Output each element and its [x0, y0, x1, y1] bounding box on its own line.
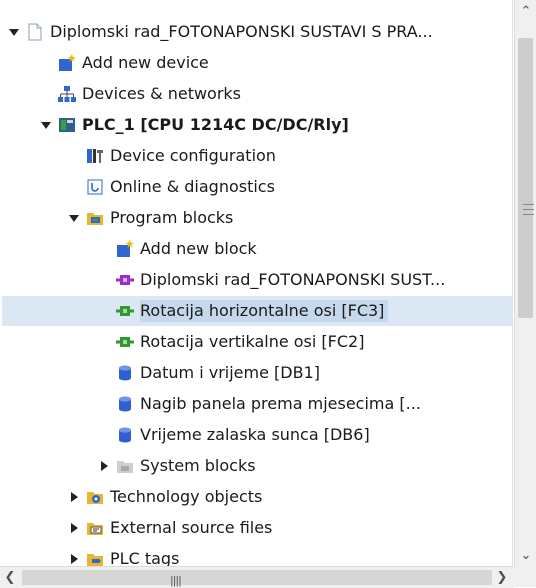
chevron-down-icon[interactable]: ⌄ [515, 544, 536, 566]
db-block-icon [116, 426, 134, 444]
tree-item-label: Add new device [82, 53, 209, 72]
tags-icon [86, 550, 104, 566]
plc-icon [58, 116, 76, 134]
caret-right-icon[interactable] [68, 491, 80, 503]
horizontal-scroll-thumb[interactable]: |||| [22, 570, 492, 587]
tree-item-label: Diplomski rad_FOTONAPONSKI SUSTAVI S PRA… [50, 22, 433, 41]
tree-item[interactable]: Diplomski rad_FOTONAPONSKI SUST... [2, 265, 512, 295]
technology-icon [86, 488, 104, 506]
vertical-scroll-thumb[interactable] [518, 38, 534, 318]
chevron-left-icon[interactable]: ❮ [0, 567, 20, 588]
tree-item-label: External source files [110, 518, 273, 537]
tree-item-label: Datum i vrijeme [DB1] [140, 363, 320, 382]
tree-item-label: System blocks [140, 456, 256, 475]
tree-item-label: Online & diagnostics [110, 177, 275, 196]
add-block-icon [116, 240, 134, 258]
tree-item[interactable]: PLC_1 [CPU 1214C DC/DC/Rly] [2, 110, 512, 140]
tree-item-label: Technology objects [110, 487, 263, 506]
chevron-right-icon[interactable]: ❯ [492, 567, 512, 588]
caret-down-icon[interactable] [8, 26, 20, 38]
grip-icon: |||| [170, 574, 182, 587]
tree-item-label: Device configuration [110, 146, 276, 165]
tree-item-label: Add new block [140, 239, 257, 258]
scrollbar-corner [514, 566, 536, 587]
caret-spacer [40, 88, 52, 100]
caret-spacer [98, 243, 110, 255]
tree-item-label: Nagib panela prema mjesecima [... [140, 394, 421, 413]
db-block-icon [116, 364, 134, 382]
tree-item[interactable]: Nagib panela prema mjesecima [... [2, 389, 512, 419]
tree-item[interactable]: Program blocks [2, 203, 512, 233]
add-device-icon [58, 54, 76, 72]
caret-spacer [98, 274, 110, 286]
device-config-icon [86, 147, 104, 165]
tree-item-label: PLC_1 [CPU 1214C DC/DC/Rly] [82, 115, 349, 134]
network-icon [58, 85, 76, 103]
tree-item-label: Rotacija vertikalne osi [FC2] [140, 332, 365, 351]
caret-down-icon[interactable] [68, 212, 80, 224]
tree-item[interactable]: Device configuration [2, 141, 512, 171]
tree-item-label: Diplomski rad_FOTONAPONSKI SUST... [140, 270, 446, 289]
caret-spacer [98, 336, 110, 348]
tree-item[interactable]: External source files [2, 513, 512, 543]
tree-item[interactable]: Online & diagnostics [2, 172, 512, 202]
tree-item[interactable]: Rotacija vertikalne osi [FC2] [2, 327, 512, 357]
tree-item[interactable]: System blocks [2, 451, 512, 481]
caret-right-icon[interactable] [98, 460, 110, 472]
caret-spacer [68, 181, 80, 193]
caret-down-icon[interactable] [40, 119, 52, 131]
diagnostics-icon [86, 178, 104, 196]
project-icon [26, 23, 44, 41]
project-tree: Diplomski rad_FOTONAPONSKI SUSTAVI S PRA… [2, 0, 513, 566]
tree-item[interactable]: Rotacija horizontalne osi [FC3] [2, 296, 512, 326]
tree-item-label: PLC tags [110, 549, 180, 566]
system-folder-icon [116, 457, 134, 475]
horizontal-scrollbar[interactable]: ❮ |||| ❯ [0, 566, 514, 588]
tree-item[interactable]: Technology objects [2, 482, 512, 512]
tree-item-label: Program blocks [110, 208, 234, 227]
tree-item[interactable]: PLC tags [2, 544, 512, 566]
tree-item[interactable]: Add new device [2, 48, 512, 78]
tree-item[interactable]: Add new block [2, 234, 512, 264]
vertical-scrollbar[interactable]: ⌃ ⌄ [514, 0, 536, 566]
caret-spacer [98, 398, 110, 410]
folder-blocks-icon [86, 209, 104, 227]
grip-icon [523, 204, 534, 215]
db-block-icon [116, 395, 134, 413]
chevron-up-icon[interactable]: ⌃ [515, 0, 536, 22]
tree-item[interactable]: Vrijeme zalaska sunca [DB6] [2, 420, 512, 450]
caret-right-icon[interactable] [68, 553, 80, 565]
caret-spacer [98, 367, 110, 379]
source-files-icon [86, 519, 104, 537]
tree-item[interactable]: Devices & networks [2, 79, 512, 109]
caret-spacer [98, 429, 110, 441]
caret-spacer [98, 305, 110, 317]
tree-item[interactable]: Datum i vrijeme [DB1] [2, 358, 512, 388]
caret-spacer [68, 150, 80, 162]
fc-block-icon [116, 302, 134, 320]
tree-item[interactable]: Diplomski rad_FOTONAPONSKI SUSTAVI S PRA… [2, 17, 512, 47]
tree-item-label: Vrijeme zalaska sunca [DB6] [140, 425, 370, 444]
caret-spacer [40, 57, 52, 69]
caret-right-icon[interactable] [68, 522, 80, 534]
tree-item-label: Devices & networks [82, 84, 242, 103]
tree-item-label: Rotacija horizontalne osi [FC3] [140, 300, 389, 322]
fc-block-icon [116, 333, 134, 351]
ob-block-icon [116, 271, 134, 289]
